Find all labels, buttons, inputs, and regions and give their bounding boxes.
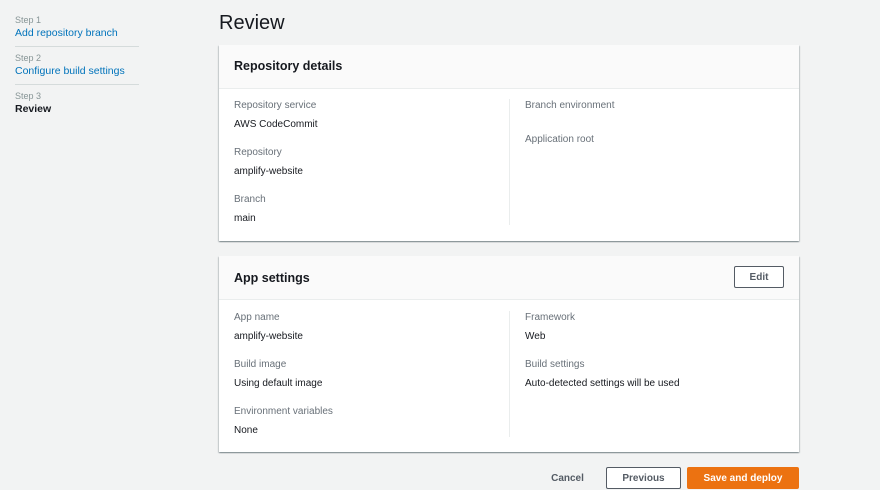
field-key: Application root (525, 134, 594, 145)
field-key: Environment variables (234, 406, 333, 417)
right-column: Branch environment Application root (509, 99, 784, 225)
panel-body: Repository service AWS CodeCommit Reposi… (219, 89, 799, 241)
field-value: AWS CodeCommit (234, 119, 318, 130)
field-application-root: Application root (525, 133, 784, 147)
step-3: Step 3 Review (15, 90, 139, 122)
save-and-deploy-button[interactable]: Save and deploy (687, 467, 799, 489)
panel-header: App settings Edit (219, 256, 799, 300)
field-environment-variables: Environment variables None (234, 405, 509, 438)
field-value: amplify-website (234, 166, 303, 177)
step-current-review: Review (15, 103, 52, 115)
field-value: amplify-website (234, 331, 303, 342)
field-key: Repository service (234, 100, 317, 111)
field-branch-environment: Branch environment (525, 99, 784, 113)
field-build-settings: Build settings Auto-detected settings wi… (525, 358, 784, 391)
field-key: Branch environment (525, 100, 615, 111)
step-number: Step 1 (15, 15, 42, 25)
panel-title: Repository details (234, 59, 343, 73)
field-key: Build settings (525, 359, 585, 370)
cancel-button[interactable]: Cancel (545, 467, 590, 489)
field-value: Using default image (234, 378, 323, 389)
panel-body: App name amplify-website Build image Usi… (219, 300, 799, 452)
field-value: Auto-detected settings will be used (525, 378, 680, 389)
field-value: Web (525, 331, 546, 342)
field-framework: Framework Web (525, 311, 784, 344)
field-key: Build image (234, 359, 287, 370)
field-app-name: App name amplify-website (234, 311, 509, 344)
field-key: App name (234, 312, 280, 323)
step-link-add-repository-branch[interactable]: Add repository branch (15, 26, 139, 40)
edit-button[interactable]: Edit (734, 266, 784, 288)
field-value: None (234, 425, 258, 436)
wizard-footer: Cancel Previous Save and deploy (0, 467, 880, 489)
field-branch: Branch main (234, 193, 509, 226)
panel-title: App settings (234, 271, 310, 285)
field-key: Repository (234, 147, 282, 158)
field-key: Branch (234, 194, 266, 205)
field-repository-service: Repository service AWS CodeCommit (234, 99, 509, 132)
repository-details-panel: Repository details Repository service AW… (219, 45, 799, 241)
wizard-steps: Step 1 Add repository branch Step 2 Conf… (15, 14, 139, 127)
previous-button[interactable]: Previous (606, 467, 681, 489)
step-2: Step 2 Configure build settings (15, 52, 139, 85)
left-column: Repository service AWS CodeCommit Reposi… (234, 99, 509, 240)
app-settings-panel: App settings Edit App name amplify-websi… (219, 256, 799, 452)
panel-header: Repository details (219, 45, 799, 89)
step-number: Step 3 (15, 91, 42, 101)
field-key: Framework (525, 312, 576, 323)
field-build-image: Build image Using default image (234, 358, 509, 391)
field-value: main (234, 213, 256, 224)
page-title: Review (219, 12, 285, 34)
field-repository: Repository amplify-website (234, 146, 509, 179)
left-column: App name amplify-website Build image Usi… (234, 311, 509, 452)
right-column: Framework Web Build settings Auto-detect… (509, 311, 784, 437)
step-1: Step 1 Add repository branch (15, 14, 139, 47)
step-number: Step 2 (15, 53, 42, 63)
step-link-configure-build-settings[interactable]: Configure build settings (15, 64, 139, 78)
